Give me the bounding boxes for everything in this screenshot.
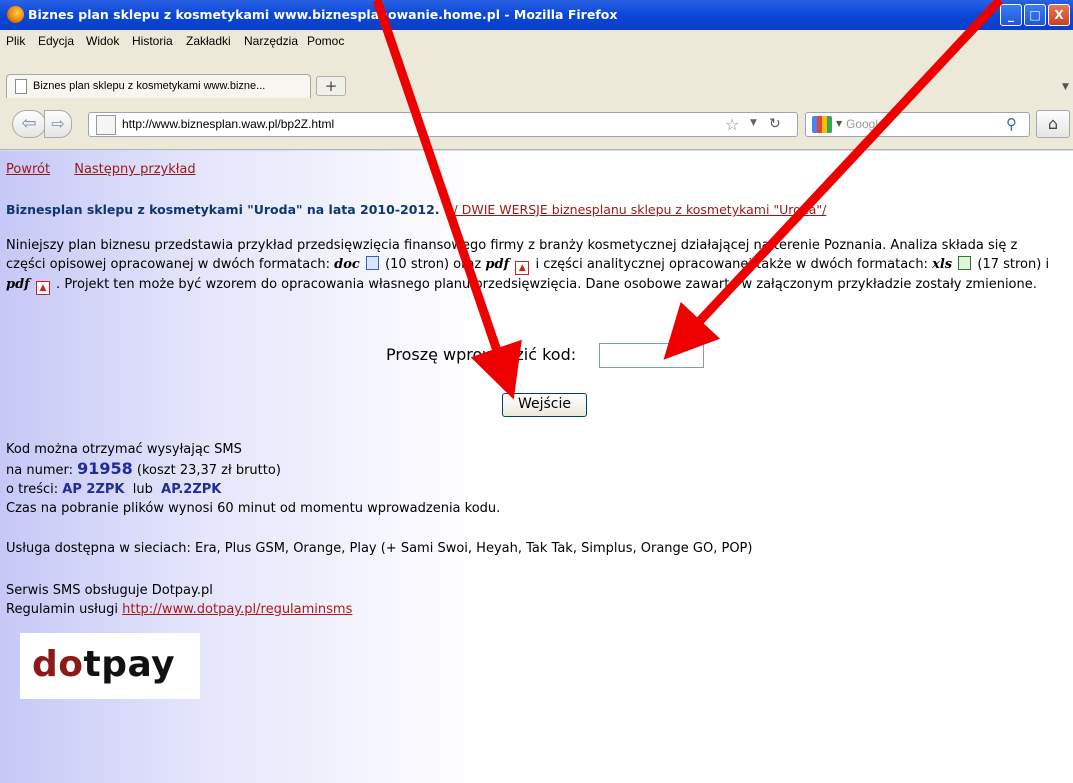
page-icon (15, 79, 27, 94)
url-bar[interactable]: http://www.biznesplan.waw.pl/bp2Z.html ☆… (88, 112, 798, 137)
rules-link[interactable]: http://www.dotpay.pl/regulaminsms (122, 602, 352, 617)
back-link[interactable]: Powrót (6, 162, 50, 177)
close-button[interactable]: X (1048, 4, 1070, 26)
availability-text: Usługa dostępna w sieciach: Era, Plus GS… (6, 541, 753, 556)
forward-arrow-icon: ⇨ (51, 114, 65, 133)
pdf-format-label-2: pdf (6, 277, 30, 292)
sms-or: lub (124, 482, 162, 497)
sms-keyword-1: AP 2ZPK (62, 482, 125, 497)
search-placeholder: Google (846, 117, 885, 131)
excel-xls-icon[interactable] (958, 256, 972, 270)
page-content: Powrót Następny przykład Biznesplan skle… (0, 151, 1073, 783)
tab-label: Biznes plan sklepu z kosmetykami www.biz… (33, 80, 266, 92)
service-line: Serwis SMS obsługuje Dotpay.pl (6, 583, 213, 598)
page-nav-links: Powrót Następny przykład (6, 162, 216, 177)
enter-button[interactable]: Wejście (502, 393, 587, 417)
maximize-button[interactable]: □ (1024, 4, 1046, 26)
service-info: Serwis SMS obsługuje Dotpay.pl Regulamin… (6, 581, 352, 619)
window-title: Biznes plan sklepu z kosmetykami www.biz… (28, 7, 618, 22)
url-text[interactable]: http://www.biznesplan.waw.pl/bp2Z.html (122, 117, 334, 131)
menu-edycja[interactable]: Edycja (38, 34, 74, 48)
code-label: Proszę wprowadzić kod: (386, 345, 577, 364)
intro-text-3: i części analitycznej opracowanej także … (531, 257, 933, 272)
bookmark-star-icon[interactable]: ☆ (725, 115, 739, 134)
intro-text-5: . Projekt ten może być wzorem do opracow… (51, 277, 1037, 292)
menu-plik[interactable]: Plik (6, 34, 25, 48)
search-icon[interactable]: ⚲ (1006, 115, 1017, 133)
search-engine-dropdown-icon[interactable]: ▼ (836, 119, 842, 128)
sms-keyword-2: AP.2ZPK (161, 482, 222, 497)
sms-number: 91958 (77, 459, 133, 478)
content-prefix: o treści: (6, 482, 63, 497)
sms-line-1: Kod można otrzymać wysyłając SMS (6, 442, 242, 457)
pdf-icon[interactable]: ▲ (515, 261, 530, 275)
history-dropdown-icon[interactable]: ▼ (750, 118, 757, 128)
site-icon (96, 115, 116, 135)
tab-bar: Biznes plan sklepu z kosmetykami www.biz… (0, 52, 1073, 100)
forward-button[interactable]: ⇨ (44, 110, 72, 138)
pdf-format-label: pdf (485, 257, 510, 272)
page-headline: Biznesplan sklepu z kosmetykami "Uroda" … (6, 202, 826, 217)
logo-d: d (32, 644, 59, 685)
number-prefix: na numer: (6, 463, 78, 478)
menu-bar: Plik Edycja Widok Historia Zakładki Narz… (0, 30, 1073, 52)
sms-number-line: na numer: 91958 (koszt 23,37 zł brutto) (6, 459, 500, 480)
intro-text-4: (17 stron) i (973, 257, 1050, 272)
home-icon: ⌂ (1047, 114, 1059, 133)
menu-narzedzia[interactable]: Narzędzia (244, 34, 298, 48)
logo-o: o (58, 644, 84, 685)
headline-title: Biznesplan sklepu z kosmetykami "Uroda" … (6, 202, 440, 217)
firefox-icon (7, 6, 24, 23)
sms-content-line: o treści: AP 2ZPK lub AP.2ZPK (6, 480, 500, 499)
word-doc-icon[interactable] (365, 256, 379, 270)
home-button[interactable]: ⌂ (1036, 110, 1070, 138)
menu-historia[interactable]: Historia (132, 34, 173, 48)
menu-zakladki[interactable]: Zakładki (186, 34, 231, 48)
minimize-button[interactable]: _ (1000, 4, 1022, 26)
intro-paragraph: Niniejszy plan biznesu przedstawia przyk… (6, 236, 1056, 295)
menu-pomoc[interactable]: Pomoc (307, 34, 344, 48)
browser-tab[interactable]: Biznes plan sklepu z kosmetykami www.biz… (6, 74, 311, 98)
rules-line: Regulamin usługi http://www.dotpay.pl/re… (6, 600, 352, 619)
back-button[interactable]: ⇦ (12, 110, 46, 138)
sms-instructions: Kod można otrzymać wysyłając SMS na nume… (6, 440, 500, 518)
rules-prefix: Regulamin usługi (6, 602, 123, 617)
two-versions-link[interactable]: / DWIE WERSJE biznesplanu sklepu z kosme… (454, 202, 827, 217)
tab-list-chevron-icon[interactable]: ▼ (1062, 82, 1069, 92)
code-input[interactable] (599, 343, 704, 368)
doc-format-label: doc (334, 257, 360, 272)
dotpay-logo[interactable]: dotpay (20, 633, 200, 699)
reload-icon[interactable]: ↻ (769, 116, 781, 132)
logo-tpay: tpay (83, 644, 176, 685)
dotpay-logo-text: dotpay (32, 643, 175, 685)
menu-widok[interactable]: Widok (86, 34, 119, 48)
xls-format-label: xls (932, 257, 953, 272)
title-bar: Biznes plan sklepu z kosmetykami www.biz… (0, 0, 1073, 30)
sms-cost: (koszt 23,37 zł brutto) (132, 463, 281, 478)
google-icon[interactable] (812, 116, 832, 133)
intro-text-2: (10 stron) oraz (380, 257, 486, 272)
pdf-icon-2[interactable]: ▲ (35, 281, 50, 295)
sms-time-limit: Czas na pobranie plików wynosi 60 minut … (6, 501, 501, 516)
search-bar[interactable]: ▼ Google ⚲ (805, 112, 1030, 137)
back-arrow-icon: ⇦ (21, 113, 37, 134)
new-tab-button[interactable]: + (316, 76, 346, 96)
next-example-link[interactable]: Następny przykład (74, 162, 195, 177)
navigation-bar: ⇦ ⇨ http://www.biznesplan.waw.pl/bp2Z.ht… (0, 100, 1073, 150)
